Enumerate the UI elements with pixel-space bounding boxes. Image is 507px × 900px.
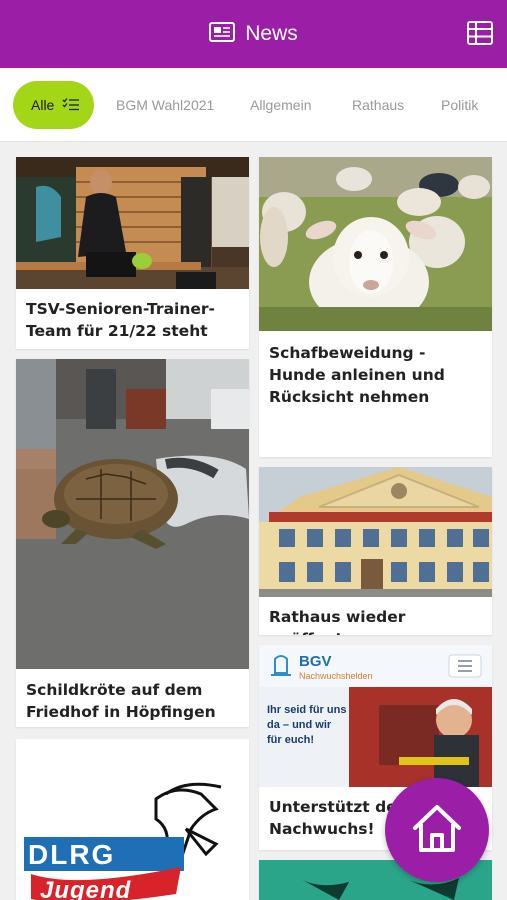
sheep-photo	[259, 157, 492, 331]
tab-bgm-wahl2021[interactable]: BGM Wahl2021	[116, 68, 215, 141]
dlrg-jugend-logo	[16, 739, 249, 900]
tab-label: Alle	[31, 97, 55, 113]
jugend-logo-text: Jugend	[40, 877, 132, 900]
article-title: Schafbeweidung - Hunde anleinen und Rück…	[269, 344, 445, 406]
news-card[interactable]: Rathaus wieder geöffnet	[259, 467, 492, 635]
tab-politik[interactable]: Politik	[441, 68, 479, 141]
turtle-photo	[16, 359, 249, 669]
checklist-icon	[62, 97, 80, 114]
bgv-logo-text: BGV	[299, 653, 332, 670]
home-icon	[409, 802, 465, 859]
table-list-icon[interactable]	[467, 21, 493, 45]
dlrg-logo-text: DLRG	[28, 839, 116, 870]
article-title: Schildkröte auf dem Friedhof in Höpfinge…	[26, 681, 216, 721]
tab-label: Allgemein	[250, 97, 312, 113]
news-card[interactable]: TSV-Senioren-Trainer-Team für 21/22 steh…	[16, 157, 249, 349]
bgv-slogan: Ihr seid für uns da – und wir für euch!	[267, 704, 347, 746]
home-button[interactable]	[385, 778, 489, 882]
news-card[interactable]: Schafbeweidung - Hunde anleinen und Rück…	[259, 157, 492, 457]
tab-rathaus[interactable]: Rathaus	[352, 68, 405, 141]
article-title: Rathaus wieder geöffnet	[269, 608, 406, 635]
tab-allgemein[interactable]: Allgemein	[250, 68, 312, 141]
man-in-locker-room-photo	[16, 157, 249, 289]
town-hall-photo	[259, 467, 492, 597]
header-title-group: News	[209, 21, 298, 47]
tab-label: Politik	[441, 97, 479, 113]
category-tabs: Alle BGM Wahl2021 Allgemein Rathaus Poli…	[0, 68, 507, 142]
tab-label: BGM Wahl2021	[116, 97, 215, 113]
app-header: News	[0, 0, 507, 68]
page-title: News	[245, 22, 298, 45]
tab-alle[interactable]: Alle	[13, 81, 95, 129]
newspaper-icon	[209, 21, 236, 47]
news-card[interactable]: Schildkröte auf dem Friedhof in Höpfinge…	[16, 359, 249, 727]
tab-label: Rathaus	[352, 97, 405, 113]
bgv-subtitle: Nachwuchshelden	[299, 671, 373, 681]
news-card[interactable]: DLRG Jugend	[16, 739, 249, 900]
article-title: TSV-Senioren-Trainer-Team für 21/22 steh…	[26, 300, 215, 340]
